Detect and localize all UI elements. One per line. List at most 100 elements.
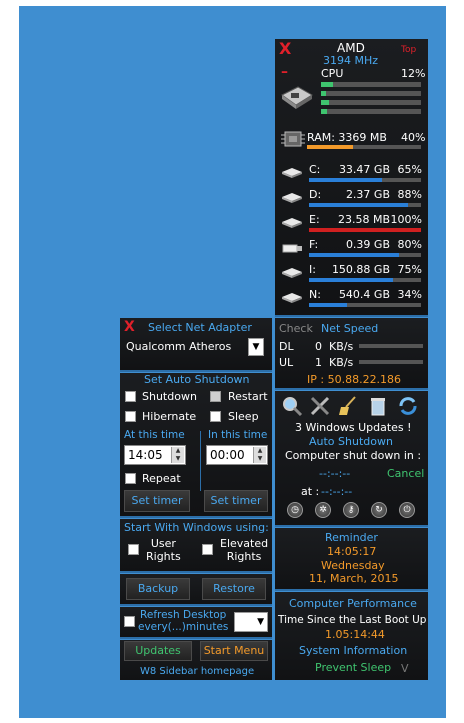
tools-icon[interactable] [309, 395, 331, 417]
drive-size: 33.47 GB [338, 163, 390, 176]
recycle-bin-icon[interactable] [367, 395, 389, 417]
at-this-time-label: At this time [124, 429, 185, 441]
key-icon[interactable]: ⚷ [343, 502, 359, 518]
restart-checkbox[interactable] [210, 391, 221, 402]
reminder-time: 14:05:17 [327, 545, 377, 558]
stepper-icon[interactable]: ▲ ▼ [253, 447, 266, 463]
at-time-input[interactable]: 14:05 ▲ ▼ [124, 445, 186, 465]
hibernate-option-label: Hibernate [142, 410, 197, 423]
magnifier-icon[interactable] [281, 395, 303, 417]
adapter-select[interactable]: Qualcomm Atheros [126, 340, 231, 353]
cpu-title: AMD [337, 41, 365, 55]
cpu-core-bar [321, 82, 421, 87]
dl-value: 0 [315, 340, 322, 353]
in-time-input[interactable]: 00:00 ▲ ▼ [206, 445, 268, 465]
net-adapter-gadget: X Select Net Adapter Qualcomm Atheros ▼ [120, 318, 272, 370]
divider [275, 388, 428, 390]
start-menu-button[interactable]: Start Menu [200, 641, 268, 661]
divider [120, 516, 272, 518]
drive-size: 150.88 GB [331, 263, 390, 276]
cpu-core-bar [321, 100, 421, 105]
restart-icon[interactable]: ↻ [371, 502, 387, 518]
reminder-day: Wednesday [321, 559, 385, 572]
close-icon[interactable]: X [124, 319, 135, 335]
drive-percent: 88% [397, 188, 422, 201]
ul-bar [359, 360, 423, 364]
reminder-title[interactable]: Reminder [325, 531, 378, 544]
repeat-checkbox[interactable] [125, 473, 136, 484]
refresh-interval-select[interactable]: ▼ [234, 612, 268, 632]
uptime-value: 1.05:14:44 [325, 628, 385, 641]
windows-updates-notice[interactable]: 3 Windows Updates ! [295, 421, 412, 434]
repeat-label: Repeat [142, 472, 181, 485]
user-rights-label: User Rights [146, 537, 181, 563]
ul-value: 1 [315, 356, 322, 369]
drive-row[interactable]: N: 540.4 GB 34% [275, 286, 428, 310]
user-rights-checkbox[interactable] [128, 544, 139, 555]
sleep-checkbox[interactable] [210, 411, 221, 422]
auto-shutdown-gadget: Set Auto Shutdown Shutdown Restart Hiber… [120, 373, 272, 516]
adapter-title: Select Net Adapter [148, 321, 252, 334]
hard-drive-icon [282, 193, 302, 203]
drive-size: 0.39 GB [345, 238, 390, 251]
sun-icon[interactable]: ✲ [315, 502, 331, 518]
refresh-checkbox[interactable] [124, 616, 135, 627]
drive-letter: D: [309, 188, 322, 201]
sleep-option-label: Sleep [228, 410, 259, 423]
set-timer-in-button[interactable]: Set timer [204, 490, 268, 512]
drive-row[interactable]: I: 150.88 GB 75% [275, 261, 428, 285]
broom-icon[interactable] [337, 395, 359, 417]
adapter-dropdown-button[interactable]: ▼ [248, 338, 264, 356]
divider [120, 571, 272, 573]
drive-row[interactable]: D: 2.37 GB 88% [275, 186, 428, 210]
refresh-icon[interactable] [397, 395, 419, 417]
close-icon[interactable]: X [279, 39, 291, 58]
divider [120, 637, 272, 639]
stepper-icon[interactable]: ▲ ▼ [171, 447, 184, 463]
top-link[interactable]: Top [401, 45, 416, 55]
drive-letter: I: [309, 263, 316, 276]
dl-bar [359, 344, 423, 348]
homepage-link[interactable]: W8 Sidebar homepage [140, 666, 254, 677]
drive-usage-bar [309, 178, 421, 182]
power-icon[interactable]: ⏻ [399, 502, 415, 518]
refresh-label: Refresh Desktop every(...)minutes [138, 609, 229, 633]
drive-row[interactable]: F: 0.39 GB 80% [275, 236, 428, 260]
time-divider [200, 431, 201, 491]
uptime-label: Time Since the Last Boot Up [278, 614, 427, 626]
drive-row[interactable]: C: 33.47 GB 65% [275, 161, 428, 185]
divider [120, 604, 272, 606]
set-timer-at-button[interactable]: Set timer [124, 490, 190, 512]
minimize-icon[interactable]: – [281, 64, 288, 80]
restore-button[interactable]: Restore [202, 578, 266, 600]
divider [275, 315, 428, 317]
updates-button[interactable]: Updates [124, 641, 192, 661]
hibernate-checkbox[interactable] [125, 411, 136, 422]
cpu-core-bar [321, 91, 421, 96]
shutdown-title: Set Auto Shutdown [144, 373, 250, 386]
shutdown-checkbox[interactable] [125, 391, 136, 402]
at-label: at : [301, 485, 320, 498]
elevated-rights-label: Elevated Rights [220, 537, 269, 563]
cpu-core-bar [321, 109, 421, 114]
shutdown-option-label: Shutdown [142, 390, 197, 403]
ram-label: RAM: 3369 MB [307, 131, 387, 144]
net-check-label[interactable]: Check [279, 322, 313, 335]
cancel-button[interactable]: Cancel [387, 467, 424, 480]
dl-label: DL [279, 340, 294, 353]
system-information-link[interactable]: System Information [299, 644, 407, 657]
drive-percent: 75% [397, 263, 422, 276]
elevated-rights-checkbox[interactable] [202, 544, 213, 555]
cpu-frequency: 3194 MHz [323, 54, 379, 67]
restart-option-label: Restart [228, 390, 268, 403]
prevent-sleep-toggle[interactable]: Prevent Sleep [315, 661, 391, 674]
backup-button[interactable]: Backup [126, 578, 190, 600]
net-speed-gadget: Check Net Speed DL 0 KB/s UL 1 KB/s IP :… [275, 318, 428, 388]
ul-label: UL [279, 356, 294, 369]
drive-row[interactable]: E: 23.58 MB 100% [275, 211, 428, 235]
performance-title[interactable]: Computer Performance [289, 597, 417, 610]
hard-drive-icon [282, 268, 302, 278]
drive-percent: 80% [397, 238, 422, 251]
divider [275, 589, 428, 591]
clock-icon[interactable]: ◷ [287, 502, 303, 518]
